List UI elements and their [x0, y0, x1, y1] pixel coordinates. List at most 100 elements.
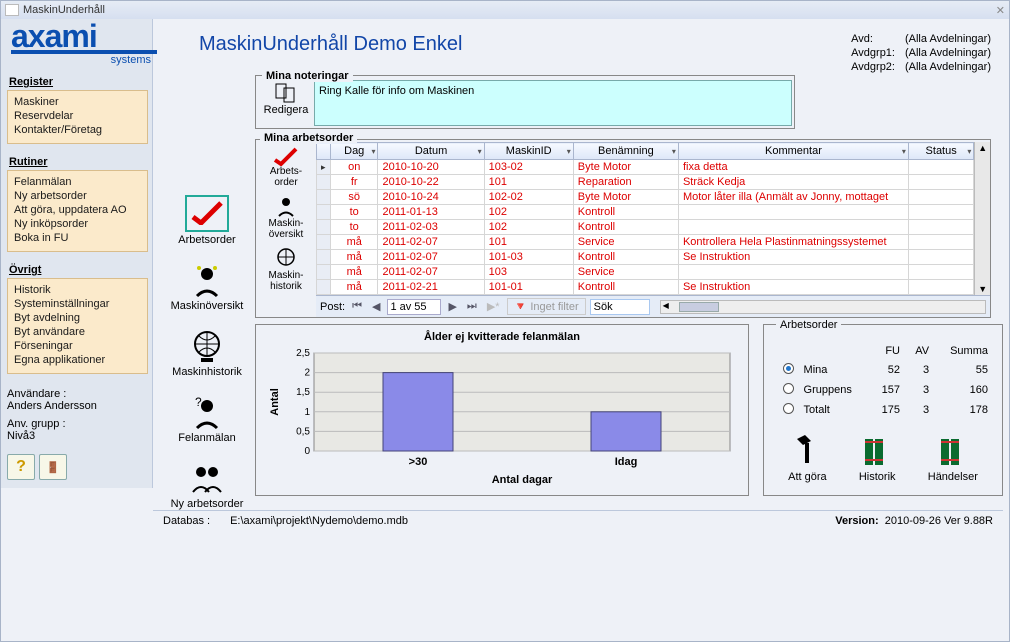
chart-title: Ålder ej kvitterade felanmälan	[266, 331, 738, 347]
sidebar-item-byt-avdelning[interactable]: Byt avdelning	[14, 311, 141, 325]
sub-maskinoversikt[interactable]: Maskin- översikt	[268, 194, 303, 240]
sidebar-item-byt-anvandare[interactable]: Byt användare	[14, 325, 141, 339]
stats-row-gruppens[interactable]: Gruppens1573160	[774, 381, 992, 399]
table-row[interactable]: fr2010-10-22101ReparationSträck Kedja	[317, 175, 974, 190]
stats-row-mina[interactable]: Mina52355	[774, 361, 992, 379]
row-selector-header[interactable]	[317, 143, 331, 160]
exit-button[interactable]: 🚪	[39, 454, 67, 480]
window-titlebar: MaskinUnderhåll ✕	[1, 1, 1009, 19]
stats-icon-handelser[interactable]: Händelser	[928, 433, 978, 483]
nav-search-box[interactable]: Sök	[590, 299, 650, 315]
nav-new[interactable]: ▶*	[484, 300, 503, 313]
nav-prev[interactable]: ◀	[369, 300, 383, 313]
books-icon	[861, 433, 893, 469]
orders-vertical-scrollbar[interactable]: ▲▼	[974, 142, 990, 295]
sidebar-item-ny-inkopsorder[interactable]: Ny inköpsorder	[14, 217, 141, 231]
sidebar-item-egna-app[interactable]: Egna applikationer	[14, 353, 141, 367]
exit-door-icon: 🚪	[46, 461, 60, 474]
close-icon[interactable]: ✕	[996, 4, 1005, 17]
group-value: Nivå3	[7, 430, 148, 442]
sidebar-item-systeminst[interactable]: Systeminställningar	[14, 297, 141, 311]
col-kommentar[interactable]: Kommentar▾	[678, 143, 908, 160]
svg-text:0,5: 0,5	[296, 426, 310, 437]
sidebar-item-kontakter[interactable]: Kontakter/Företag	[14, 123, 141, 137]
app-icon	[5, 4, 19, 16]
table-row[interactable]: må2011-02-07103Service	[317, 265, 974, 280]
user-label: Användare :	[7, 388, 148, 400]
sub-maskinhistorik[interactable]: Maskin- historik	[268, 246, 303, 292]
nav-ny-arbetsorder[interactable]: Ny arbetsorder	[171, 460, 244, 510]
help-button[interactable]: ?	[7, 454, 35, 480]
version-label: Version:	[835, 515, 878, 527]
person-error-icon: ?	[187, 394, 227, 430]
col-status[interactable]: Status▾	[908, 143, 973, 160]
nav-felanmalan[interactable]: ? Felanmälan	[178, 394, 235, 444]
table-row[interactable]: to2011-02-03102Kontroll	[317, 220, 974, 235]
table-row[interactable]: on2010-10-20103-02Byte Motorfixa detta	[317, 160, 974, 175]
person-group-icon	[187, 460, 227, 496]
table-row[interactable]: må2011-02-07101-03KontrollSe Instruktion	[317, 250, 974, 265]
header-info: Avd:(Alla Avdelningar) Avdgrp1:(Alla Avd…	[845, 27, 997, 75]
nav-maskinoversikt[interactable]: Maskinöversikt	[171, 262, 244, 312]
table-row[interactable]: må2011-02-21101-01KontrollSe Instruktion	[317, 280, 974, 295]
svg-text:Antal dagar: Antal dagar	[492, 474, 553, 486]
stats-title: Arbetsorder	[776, 319, 841, 331]
sidebar-item-ny-arbetsorder[interactable]: Ny arbetsorder	[14, 189, 141, 203]
page-title: MaskinUnderhåll Demo Enkel	[159, 27, 462, 56]
svg-text:2,5: 2,5	[296, 348, 310, 359]
sidebar-item-historik[interactable]: Historik	[14, 283, 141, 297]
sidebar-item-forseningar[interactable]: Förseningar	[14, 339, 141, 353]
svg-text:1,5: 1,5	[296, 387, 310, 398]
sidebar-item-att-gora[interactable]: Att göra, uppdatera AO	[14, 203, 141, 217]
orders-table: Dag▾ Datum▾ MaskinID▾ Benämning▾ Komment…	[316, 142, 974, 295]
svg-text:2: 2	[304, 368, 310, 379]
nav-arbetsorder[interactable]: Arbetsorder	[178, 195, 235, 246]
edit-notes-icon	[272, 80, 300, 104]
col-maskinid[interactable]: MaskinID▾	[484, 143, 573, 160]
table-row[interactable]: må2011-02-07101ServiceKontrollera Hela P…	[317, 235, 974, 250]
svg-text:Idag: Idag	[615, 456, 638, 468]
nav-first[interactable]: ⏮	[349, 300, 365, 313]
hammer-icon	[791, 433, 823, 469]
group-label: Anv. grupp :	[7, 418, 148, 430]
orders-horizontal-scrollbar[interactable]	[660, 300, 986, 314]
nav-position[interactable]	[387, 299, 441, 315]
nav-no-filter[interactable]: 🔻 Inget filter	[507, 298, 586, 315]
nav-next[interactable]: ▶	[445, 300, 459, 313]
age-chart: Ålder ej kvitterade felanmälan 0 0,5 1 1,5 2…	[255, 324, 749, 496]
sidebar-section-register: Register	[7, 72, 148, 90]
stats-group: Arbetsorder FUAVSumma Mina52355 Gruppens…	[763, 324, 1003, 496]
col-dag[interactable]: Dag▾	[331, 143, 378, 160]
notes-text[interactable]: Ring Kalle för info om Maskinen	[314, 80, 792, 126]
stats-row-totalt[interactable]: Totalt1753178	[774, 401, 992, 419]
table-row[interactable]: to2011-01-13102Kontroll	[317, 205, 974, 220]
sidebar-item-reservdelar[interactable]: Reservdelar	[14, 109, 141, 123]
db-path: E:\axami\projekt\Nydemo\demo.mdb	[230, 515, 408, 527]
col-datum[interactable]: Datum▾	[378, 143, 484, 160]
sidebar-section-rutiner: Rutiner	[7, 152, 148, 170]
window-title: MaskinUnderhåll	[23, 4, 105, 16]
books-icon	[937, 433, 969, 469]
sidebar-item-maskiner[interactable]: Maskiner	[14, 95, 141, 109]
db-label: Databas :	[163, 515, 230, 527]
svg-text:1: 1	[304, 407, 310, 418]
stats-icon-att-gora[interactable]: Att göra	[788, 433, 827, 483]
logo-main: axami	[11, 23, 157, 50]
table-row[interactable]: sö2010-10-24102-02Byte MotorMotor låter …	[317, 190, 974, 205]
nav-last[interactable]: ⏭	[464, 300, 480, 313]
sidebar-item-boka-in-fu[interactable]: Boka in FU	[14, 231, 141, 245]
sidebar-item-felanmalan[interactable]: Felanmälan	[14, 175, 141, 189]
svg-text:0: 0	[304, 446, 310, 457]
stats-icon-historik[interactable]: Historik	[859, 433, 896, 483]
svg-text:>30: >30	[409, 456, 428, 468]
col-benamning[interactable]: Benämning▾	[573, 143, 678, 160]
version-value: 2010-09-26 Ver 9.88R	[885, 515, 993, 527]
sub-arbetsorder[interactable]: Arbets- order	[270, 146, 302, 188]
person-overview-icon	[187, 262, 227, 298]
sidebar-section-ovrigt: Övrigt	[7, 260, 148, 278]
bar-chart: 00,511,522,5>30IdagAntal dagarAntal	[266, 347, 740, 487]
nav-maskinhistorik[interactable]: Maskinhistorik	[172, 328, 242, 378]
edit-notes-button[interactable]: Redigera	[258, 80, 314, 126]
user-value: Anders Andersson	[7, 400, 148, 412]
question-icon: ?	[16, 458, 26, 476]
